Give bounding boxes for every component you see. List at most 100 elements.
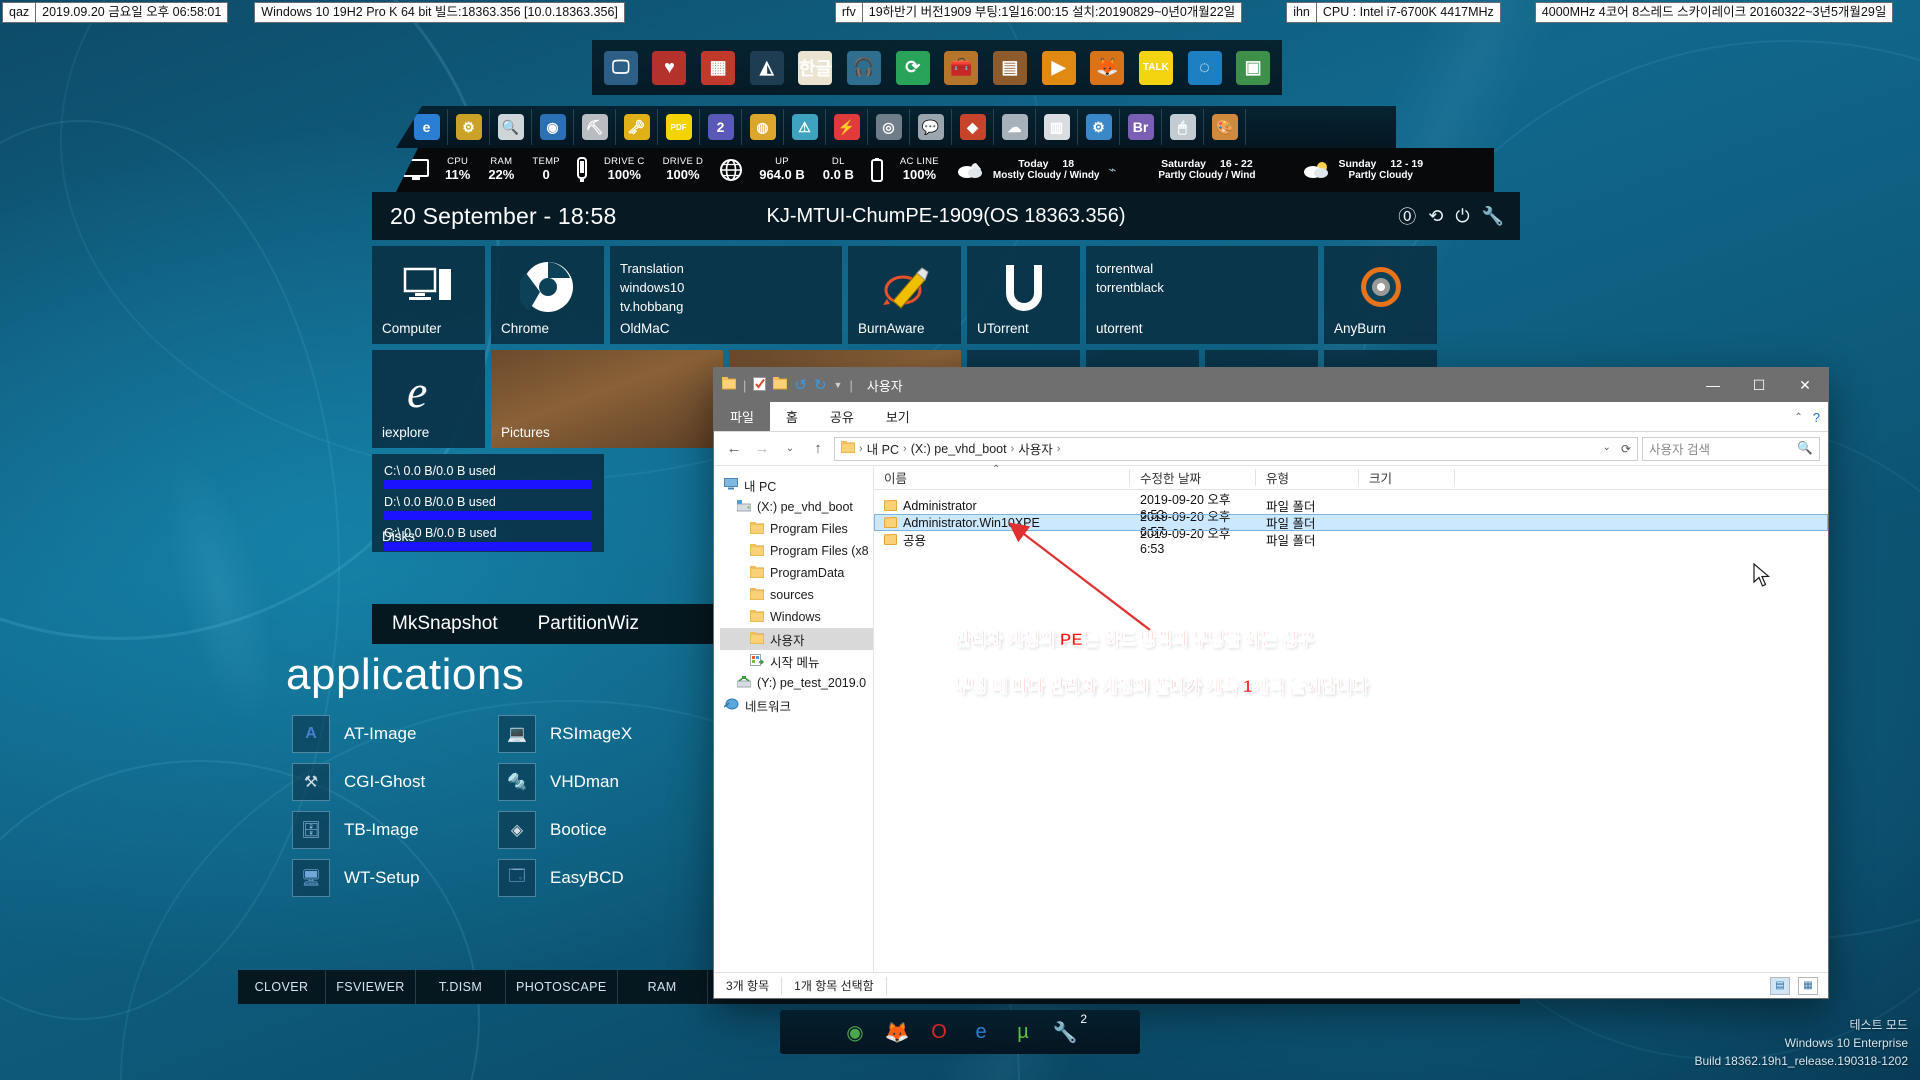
taskbar-utorrent-icon[interactable]: µ (1009, 1018, 1037, 1046)
nav-item-내-PC[interactable]: 내 PC (720, 474, 873, 496)
breadcrumb-item-0[interactable]: 내 PC (867, 439, 899, 458)
forward-arrow-icon[interactable]: → (750, 437, 774, 461)
nav-item-sources[interactable]: sources (720, 584, 873, 606)
column-headers[interactable]: 이름 ⌃ 수정한 날짜 유형 크기 (874, 464, 1828, 490)
dock-item-palette-icon[interactable]: 🎨 (1204, 109, 1246, 145)
taskbar-tools-icon[interactable]: 🔧 2 (1051, 1012, 1087, 1046)
refresh-icon[interactable]: ⟳ (1621, 442, 1631, 456)
nav-item-네트워크[interactable]: 네트워크 (720, 694, 873, 716)
tab-home[interactable]: 홈 (770, 402, 814, 431)
new-folder-icon[interactable] (772, 377, 788, 393)
properties-icon[interactable] (753, 376, 767, 394)
nav-item-시작-메뉴[interactable]: 시작 메뉴 (720, 650, 873, 672)
bottom-menu-t-dism[interactable]: T.DISM (416, 970, 506, 1004)
dock-item-pdf-icon[interactable]: PDF (658, 109, 700, 145)
tab-share[interactable]: 공유 (814, 402, 870, 431)
partitionwiz-button[interactable]: PartitionWiz (538, 613, 639, 635)
navigation-pane[interactable]: 내 PC (X:) pe_vhd_boot Program Files Program… (714, 466, 874, 972)
back-arrow-icon[interactable]: ← (722, 437, 746, 461)
dock-item-briefcase-icon[interactable]: ▤ (987, 43, 1033, 92)
dock-item-grid-red-icon[interactable]: ▦ (695, 43, 741, 92)
column-header-type[interactable]: 유형 (1256, 469, 1359, 486)
dock-item-headphones-icon[interactable]: 🎧 (841, 43, 887, 92)
breadcrumb-item-1[interactable]: (X:) pe_vhd_boot (911, 442, 1007, 456)
nav-item--X-pe_vhd_boot[interactable]: (X:) pe_vhd_boot (720, 496, 873, 518)
explorer-ribbon-tabs[interactable]: 파일 홈 공유 보기 ⌃ ? (714, 402, 1828, 432)
dock-item-firefox-icon[interactable]: 🦊 (1084, 43, 1130, 92)
tile-burnaware[interactable]: BurnAware (848, 246, 961, 344)
folder-icon[interactable] (721, 377, 737, 393)
search-input[interactable]: 사용자 검색 🔍 (1642, 436, 1820, 461)
app-item-easybcd[interactable]: 🗔 EasyBCD (498, 859, 682, 897)
dock-item-mouse-icon[interactable]: 🖱 (1162, 109, 1204, 145)
app-item-vhdman[interactable]: 🔩 VHDman (498, 763, 682, 801)
dock-item-shield-gold-icon[interactable]: ◍ (742, 109, 784, 145)
dock-item-settings-blue-icon[interactable]: ⚙ (1078, 109, 1120, 145)
tile-utorrent[interactable]: UTorrent (967, 246, 1080, 344)
table-row[interactable]: 공용 2019-09-20 오후 6:53 파일 폴더 (874, 527, 1828, 556)
search-icon[interactable]: 🔍 (1797, 441, 1813, 456)
nav-item-사용자[interactable]: 사용자 (720, 628, 873, 650)
explorer-titlebar[interactable]: | ↺ ↻ ▼ | 사용자 — ☐ ✕ (714, 368, 1828, 402)
dock-item-korean-text-icon[interactable]: 한글 (793, 43, 839, 92)
nav-item-Windows[interactable]: Windows (720, 606, 873, 628)
chevron-up-icon[interactable]: ⌃ (1794, 412, 1802, 423)
table-row[interactable]: Administrator 2019-09-20 오후 6:53 파일 폴더 (874, 493, 1828, 522)
chevron-down-icon[interactable]: ▼ (834, 380, 843, 390)
dock-item-br-icon[interactable]: Br (1120, 109, 1162, 145)
app-item-wt-setup[interactable]: 🖥 WT-Setup (292, 859, 476, 897)
dock-item-shield-heart-icon[interactable]: ♥ (647, 43, 693, 92)
refresh-icon[interactable]: ⟲ (1428, 206, 1443, 227)
info-icon[interactable]: ⓪ (1398, 203, 1416, 229)
dock-item-book-icon[interactable]: ▥ (1036, 109, 1078, 145)
nav-item-Program-Files-x8[interactable]: Program Files (x8 (720, 540, 873, 562)
tile-anyburn[interactable]: AnyBurn (1324, 246, 1437, 344)
taskbar-opera-icon[interactable]: O (925, 1018, 953, 1046)
dock-item-blue-sphere-icon[interactable]: ◉ (532, 109, 574, 145)
nav-item-ProgramData[interactable]: ProgramData (720, 562, 873, 584)
details-view-icon[interactable]: ▤ (1770, 976, 1790, 995)
history-chevron-icon[interactable]: ⌄ (778, 437, 802, 461)
dock-item-sync-blue-icon[interactable]: ◌ (1182, 43, 1228, 92)
dock-item-triangles-icon[interactable]: ◭ (744, 43, 790, 92)
dock-item-unpack-icon[interactable]: ⛏ (574, 109, 616, 145)
dock-item-cd-drive-icon[interactable]: ◎ (868, 109, 910, 145)
dock-item-warning-icon[interactable]: ⚠ (784, 109, 826, 145)
app-item-cgi-ghost[interactable]: ⚒ CGI-Ghost (292, 763, 476, 801)
dock-item-magnifier-icon[interactable]: 🔍 (490, 109, 532, 145)
tile-utorrent[interactable]: torrentwal torrentblack utorrent (1086, 246, 1318, 344)
tab-file[interactable]: 파일 (714, 402, 770, 431)
breadcrumb[interactable]: › 내 PC › (X:) pe_vhd_boot › 사용자 › ⌄ ⟳ (834, 436, 1638, 461)
nav-item-Program-Files[interactable]: Program Files (720, 518, 873, 540)
dock-item-refresh-green-icon[interactable]: ⟳ (890, 43, 936, 92)
dock-item-diamond-red-icon[interactable]: ◆ (952, 109, 994, 145)
maximize-button[interactable]: ☐ (1736, 368, 1782, 402)
redo-icon[interactable]: ↻ (814, 376, 827, 394)
taskbar-ie-icon[interactable]: e (967, 1018, 995, 1046)
dock-item-bolt-icon[interactable]: ⚡ (826, 109, 868, 145)
taskbar-firefox-icon[interactable]: 🦊 (883, 1018, 911, 1046)
column-header-date[interactable]: 수정한 날짜 (1130, 469, 1256, 486)
column-header-size[interactable]: 크기 (1359, 469, 1455, 486)
column-header-name[interactable]: 이름 ⌃ (874, 464, 1130, 486)
tile-computer[interactable]: Computer (372, 246, 485, 344)
dock-item-gear-icon[interactable]: ⚙ (448, 109, 490, 145)
dock-item-cloud-icon[interactable]: ☁ (994, 109, 1036, 145)
undo-icon[interactable]: ↺ (794, 376, 807, 394)
app-item-bootice[interactable]: ◈ Bootice (498, 811, 682, 849)
tile-iexplore[interactable]: e iexplore (372, 350, 485, 448)
large-icons-view-icon[interactable]: ▦ (1798, 976, 1818, 995)
nav-item--Y-pe_test_2019-0[interactable]: (Y:) pe_test_2019.0 (720, 672, 873, 694)
tile-oldmac[interactable]: Translation windows10 tv.hobbang OldMaC (610, 246, 842, 344)
dock-item-chat-icon[interactable]: 💬 (910, 109, 952, 145)
mkSnapshot-button[interactable]: MkSnapshot (392, 613, 498, 635)
power-icon[interactable]: ⏻ (1455, 206, 1469, 227)
taskbar-chrome-icon[interactable]: ◉ (841, 1018, 869, 1046)
bottom-menu-ram[interactable]: RAM (618, 970, 708, 1004)
bottom-menu-clover[interactable]: CLOVER (238, 970, 326, 1004)
applications-grid[interactable]: A AT-Image 💻 RSImageX ⚒ CGI-Ghost 🔩 VHDman 🗄 TB-I… (292, 715, 712, 897)
launcher-dock-row-2[interactable]: e ⚙ 🔍 ◉ ⛏ 🗝 PDF 2 ◍ ⚠ ⚡ ◎ 💬 ◆ ☁ ▥ ⚙ Br 🖱 🎨 (396, 106, 1396, 148)
tile-chrome[interactable]: Chrome (491, 246, 604, 344)
taskbar-dock[interactable]: ◉ 🦊 Oe µ 🔧 2 (780, 1010, 1140, 1054)
file-list[interactable]: Administrator 2019-09-20 오후 6:53 파일 폴더 Admi… (874, 490, 1828, 972)
